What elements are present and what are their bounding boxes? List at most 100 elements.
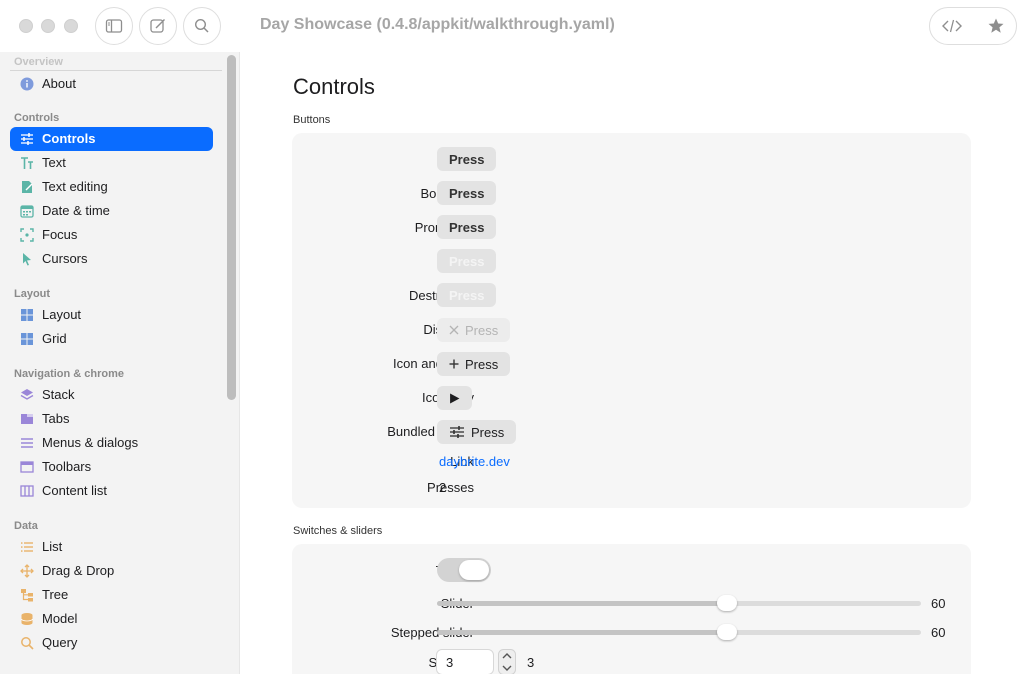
list-icon xyxy=(20,540,34,554)
tinted-button[interactable]: Press xyxy=(437,249,497,273)
stack-icon xyxy=(20,388,34,402)
columns-icon xyxy=(20,484,34,498)
switches-panel: Toggle Slider 60 Stepped slider 60 Stepp… xyxy=(292,544,971,674)
sidebar: Overview About Controls Controls Text Te… xyxy=(0,52,240,674)
sidebar-item-toolbars[interactable]: Toolbars xyxy=(10,455,213,479)
stepper-arrows[interactable] xyxy=(498,649,516,674)
search-icon xyxy=(194,18,209,33)
search-button[interactable] xyxy=(183,7,221,45)
sidebar-item-controls[interactable]: Controls xyxy=(10,127,213,151)
star-icon xyxy=(988,18,1004,33)
section-data: Data xyxy=(14,520,38,532)
stepped-slider-knob[interactable] xyxy=(717,624,737,640)
window-title: Day Showcase (0.4.8/appkit/walkthrough.y… xyxy=(260,16,615,33)
slider-fill xyxy=(437,601,727,606)
plain-button[interactable]: Press xyxy=(437,147,497,171)
icon-and-label-button[interactable]: Press xyxy=(437,352,511,376)
section-navigation: Navigation & chrome xyxy=(14,368,125,380)
tree-icon xyxy=(20,588,34,602)
compose-button[interactable] xyxy=(139,7,177,45)
sidebar-item-cursors[interactable]: Cursors xyxy=(10,247,213,271)
prominent-button[interactable]: Press xyxy=(437,215,497,239)
disabled-button-label: Press xyxy=(465,322,499,338)
sidebar-scrollbar[interactable] xyxy=(227,55,236,400)
info-icon xyxy=(20,77,34,91)
calendar-icon xyxy=(20,204,34,218)
stepped-slider-fill xyxy=(437,630,727,635)
code-icon xyxy=(942,19,962,33)
sidebar-item-tabs[interactable]: Tabs xyxy=(10,407,213,431)
close-window-button[interactable] xyxy=(19,19,33,33)
slider-knob[interactable] xyxy=(717,595,737,611)
sidebar-item-text-editing[interactable]: Text editing xyxy=(10,175,213,199)
text-icon xyxy=(20,156,34,170)
stepped-slider[interactable] xyxy=(437,624,921,640)
edit-doc-icon xyxy=(20,180,34,194)
destructive-button[interactable]: Press xyxy=(437,283,497,307)
slider-value: 60 xyxy=(931,596,946,611)
toggle-sidebar-button[interactable] xyxy=(95,7,133,45)
cursor-icon xyxy=(20,252,34,266)
row-label-presses: Presses xyxy=(427,480,474,495)
stepped-slider-value: 60 xyxy=(931,625,946,640)
sidebar-item-drag-drop[interactable]: Drag & Drop xyxy=(10,559,213,583)
favorite-button[interactable] xyxy=(974,8,1018,44)
sidebar-icon xyxy=(105,19,123,33)
sidebar-item-focus[interactable]: Focus xyxy=(10,223,213,247)
group-label-switches: Switches & sliders xyxy=(293,525,383,537)
buttons-panel: Plain Press Bordered Press Prominent Pre… xyxy=(292,133,971,508)
move-icon xyxy=(20,564,34,578)
grid-icon xyxy=(20,332,34,346)
main-content: Controls Buttons Plain Press Bordered Pr… xyxy=(241,52,1024,674)
query-icon xyxy=(20,636,34,650)
bordered-button[interactable]: Press xyxy=(437,181,497,205)
sidebar-item-menus-dialogs[interactable]: Menus & dialogs xyxy=(10,431,213,455)
toggle-switch[interactable] xyxy=(437,558,491,582)
sidebar-item-grid[interactable]: Grid xyxy=(10,327,213,351)
play-icon xyxy=(450,393,460,403)
sidebar-item-tree[interactable]: Tree xyxy=(10,583,213,607)
slider[interactable] xyxy=(437,595,921,611)
focus-icon xyxy=(20,228,34,242)
zoom-window-button[interactable] xyxy=(64,19,78,33)
database-icon xyxy=(20,612,34,626)
menu-lines-icon xyxy=(20,436,34,450)
sidebar-item-text[interactable]: Text xyxy=(10,151,213,175)
xmark-icon xyxy=(449,325,459,335)
presses-count: 2 xyxy=(439,480,447,495)
disabled-button: Press xyxy=(437,318,511,342)
bundled-image-button[interactable]: Press xyxy=(437,420,517,444)
plus-icon xyxy=(449,359,459,369)
daybrite-link[interactable]: daybrite.dev xyxy=(439,454,510,469)
stepper-chevrons-icon xyxy=(498,649,516,674)
group-label-buttons: Buttons xyxy=(293,114,331,126)
tabs-icon xyxy=(20,412,34,426)
compose-icon xyxy=(150,19,165,33)
source-code-button[interactable] xyxy=(930,8,974,44)
sliders-icon xyxy=(450,426,464,438)
section-layout: Layout xyxy=(14,288,51,300)
bundled-image-button-label: Press xyxy=(471,424,505,440)
stepper-field[interactable]: 3 xyxy=(436,649,494,674)
sidebar-item-layout[interactable]: Layout xyxy=(10,303,213,327)
minimize-window-button[interactable] xyxy=(41,19,55,33)
sidebar-item-content-list[interactable]: Content list xyxy=(10,479,213,503)
section-overview: Overview xyxy=(14,56,63,68)
section-controls: Controls xyxy=(14,112,60,124)
sidebar-item-stack[interactable]: Stack xyxy=(10,383,213,407)
sidebar-item-query[interactable]: Query xyxy=(10,631,213,655)
toolbar-icon xyxy=(20,460,34,474)
toggle-knob xyxy=(459,560,489,580)
sidebar-item-list[interactable]: List xyxy=(10,535,213,559)
sidebar-item-date-time[interactable]: Date & time xyxy=(10,199,213,223)
icon-and-label-button-label: Press xyxy=(465,356,499,372)
sidebar-item-model[interactable]: Model xyxy=(10,607,213,631)
page-title: Controls xyxy=(293,74,375,99)
toolbar-right-group xyxy=(929,7,1017,45)
layout-grid-icon xyxy=(20,308,34,322)
sidebar-item-about[interactable]: About xyxy=(10,72,213,96)
sliders-icon xyxy=(20,132,34,146)
icon-only-button[interactable] xyxy=(437,386,472,410)
section-divider xyxy=(10,70,222,71)
app-window: Day Showcase (0.4.8/appkit/walkthrough.y… xyxy=(0,0,1024,674)
